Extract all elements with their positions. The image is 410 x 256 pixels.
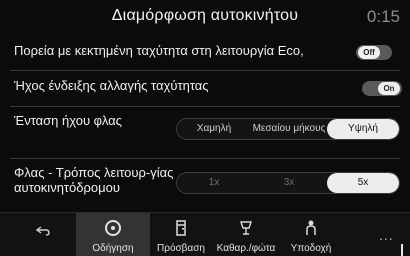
gear-shift-sound-toggle[interactable]: On [362,81,402,96]
setting-label: Πορεία με κεκτημένη ταχύτητα στη λειτουρ… [14,43,304,58]
divider [10,106,400,107]
divider [10,158,400,159]
clock: 0:15 [366,7,400,26]
option-3x[interactable]: 3x [251,173,327,193]
setting-label: Ήχος ένδειξης αλλαγής ταχύτητας [14,78,209,93]
tab-access[interactable]: Πρόσβαση [150,213,212,256]
toggle-state-label: Off [358,46,380,59]
scroll-edge-indicator [401,244,403,256]
more-options-icon[interactable]: ... [379,227,394,243]
eco-cruise-toggle[interactable]: Off [356,45,392,60]
tab-label: Οδήγηση [92,243,134,254]
back-arrow-icon[interactable] [36,226,50,236]
tab-welcome[interactable]: Υποδοχή [280,213,342,256]
option-high[interactable]: Υψηλή [327,119,399,139]
wiper-light-icon [240,221,252,235]
setting-eco-cruise-control: Πορεία με κεκτημένη ταχύτητα στη λειτουρ… [0,36,410,68]
toggle-state-label: On [378,82,400,95]
tab-cleaning-lights[interactable]: Καθαρ./φώτα [212,213,280,256]
steering-wheel-icon [105,220,121,236]
option-1x[interactable]: 1x [177,173,251,193]
page-title: Διαμόρφωση αυτοκινήτου [111,7,299,24]
bottom-tab-bar: Οδήγηση Πρόσβαση Καθαρ./φώτα Υποδοχή ... [0,212,410,256]
option-low[interactable]: Χαμηλή [177,119,251,139]
tab-label: Υποδοχή [290,243,332,254]
car-door-icon [176,220,186,236]
tab-label: Πρόσβαση [157,243,205,254]
setting-label: Ένταση ήχου φλας [14,113,122,128]
tab-label: Καθαρ./φώτα [216,243,276,254]
option-5x[interactable]: 5x [327,173,399,193]
indicator-volume-selector: Χαμηλή Μεσαίου μήκους Υψηλή [176,118,400,140]
setting-label: Φλας - Τρόπος λειτουρ-γίας αυτοκινητόδρο… [14,165,174,195]
welcome-person-icon [306,220,316,235]
divider [10,70,400,71]
tab-driving[interactable]: Οδήγηση [76,213,150,256]
setting-highway-indicator-mode: Φλας - Τρόπος λειτουρ-γίας αυτοκινητόδρο… [0,160,410,208]
setting-indicator-volume: Ένταση ήχου φλας Χαμηλή Μεσαίου μήκους Υ… [0,108,410,154]
header: Διαμόρφωση αυτοκινήτου 0:15 [0,0,410,30]
highway-indicator-selector: 1x 3x 5x [176,172,400,194]
option-medium[interactable]: Μεσαίου μήκους [251,119,327,139]
setting-gear-shift-sound: Ήχος ένδειξης αλλαγής ταχύτητας On [0,72,410,102]
